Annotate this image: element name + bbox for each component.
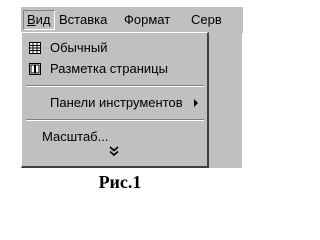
menu-format[interactable]: Формат <box>124 11 170 29</box>
menu-separator <box>26 119 204 121</box>
menu-item-label: Обычный <box>50 40 108 55</box>
menu-tools[interactable]: Серв <box>191 11 222 29</box>
menu-separator <box>26 85 204 87</box>
menu-insert[interactable]: Вставка <box>59 11 107 29</box>
menu-item-label: Масштаб... <box>42 129 109 144</box>
menu-item-toolbars[interactable]: Панели инструментов <box>22 93 206 113</box>
menu-item-page-layout[interactable]: Разметка страницы <box>22 59 206 79</box>
menu-view[interactable]: Вид <box>23 10 55 30</box>
normal-view-icon <box>29 42 41 54</box>
menu-bar: Вид Вставка Формат Серв <box>21 7 243 33</box>
view-menu-dropdown: Обычный Разметка страницы Панели инструм… <box>21 32 209 168</box>
menu-item-zoom[interactable]: Масштаб... <box>22 127 206 147</box>
menu-item-label: Разметка страницы <box>50 61 168 76</box>
application-window: Вид Вставка Формат Серв Обычный Разметка… <box>20 6 243 168</box>
submenu-arrow-icon <box>194 99 198 107</box>
figure-caption: Рис.1 <box>98 172 142 192</box>
expand-menu-icon[interactable] <box>106 145 122 159</box>
page-layout-icon <box>29 63 41 75</box>
menu-item-label: Панели инструментов <box>50 95 183 110</box>
double-chevron-down-icon <box>109 146 119 157</box>
menu-item-normal[interactable]: Обычный <box>22 38 206 58</box>
access-key: В <box>27 12 36 27</box>
